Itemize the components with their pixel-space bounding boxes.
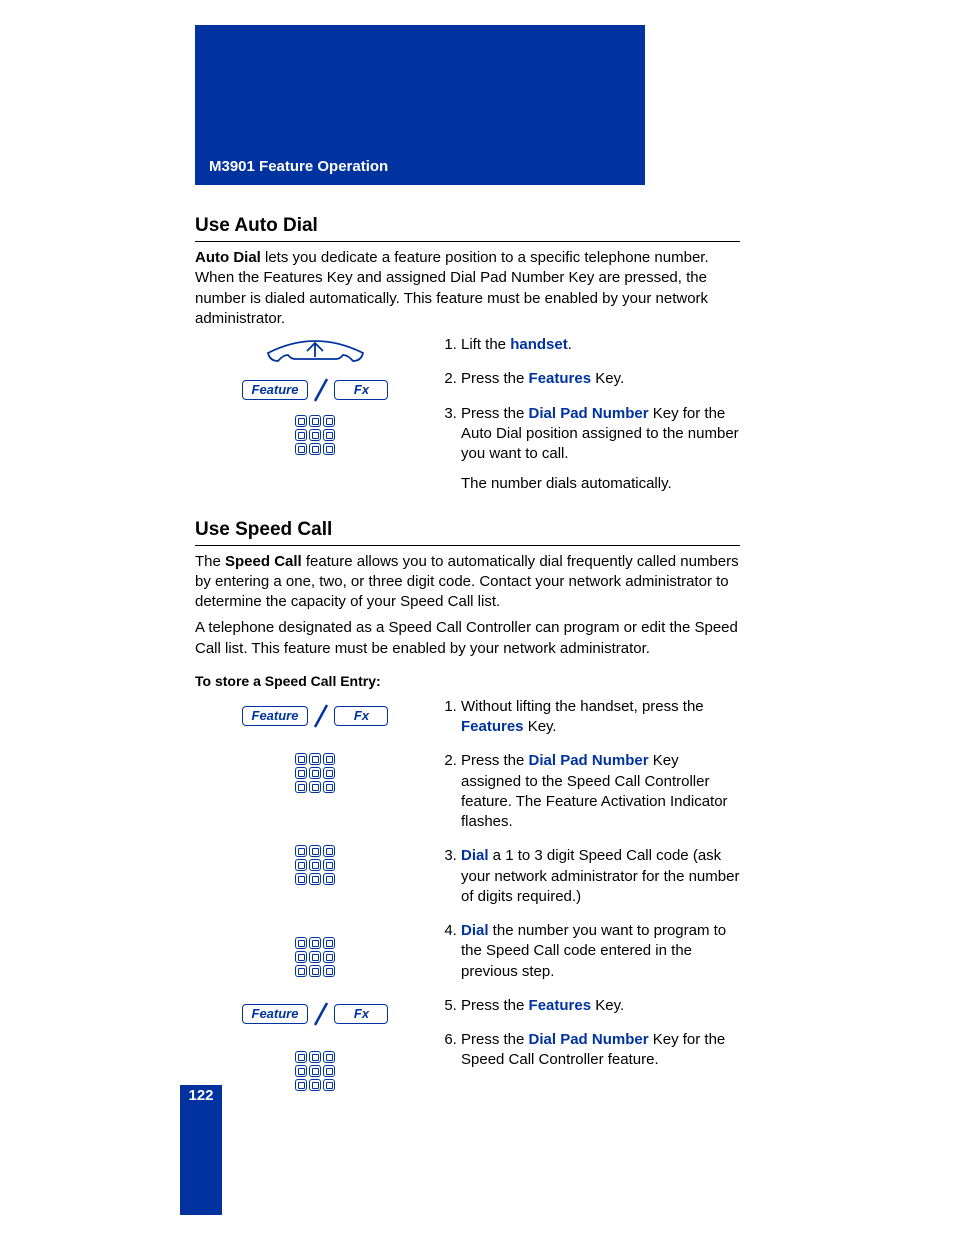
text: Key. — [524, 718, 557, 735]
features-term: Features — [529, 997, 592, 1014]
page-number: 122 — [180, 1085, 222, 1104]
keypad-icon — [295, 753, 335, 793]
section-title-auto-dial: Use Auto Dial — [195, 215, 740, 237]
text: Press the — [461, 405, 529, 422]
step-2: Press the Dial Pad Number Key assigned t… — [461, 751, 740, 832]
fx-key-icon: Fx — [334, 1004, 388, 1024]
page-header-title: M3901 Feature Operation — [209, 158, 388, 175]
step-3-followup: The number dials automatically. — [461, 474, 740, 494]
feature-row-2: Feature Fx — [195, 995, 435, 1033]
fx-key-icon: Fx — [334, 380, 388, 400]
section-title-speed-call: Use Speed Call — [195, 519, 740, 541]
auto-dial-lead: Auto Dial — [195, 249, 261, 266]
dial-pad-term: Dial Pad Number — [529, 405, 649, 422]
text: Press the — [461, 1031, 529, 1048]
store-entry-heading: To store a Speed Call Entry: — [195, 673, 740, 689]
auto-dial-icons: Feature Fx — [195, 335, 435, 473]
features-term: Features — [529, 370, 592, 387]
spacer — [195, 811, 435, 839]
keypad-icon — [295, 937, 335, 977]
text: the number you want to program to the Sp… — [461, 922, 726, 980]
step-3: Press the Dial Pad Number Key for the Au… — [461, 404, 740, 495]
step-2: Press the Features Key. — [461, 369, 740, 389]
step-3: Dial a 1 to 3 digit Speed Call code (ask… — [461, 846, 740, 907]
keypad-1 — [195, 747, 435, 799]
text: Press the — [461, 752, 529, 769]
slash-icon — [312, 377, 330, 403]
step-6: Press the Dial Pad Number Key for the Sp… — [461, 1030, 740, 1071]
speed-call-intro1: The Speed Call feature allows you to aut… — [195, 552, 740, 613]
keypad-icon — [295, 845, 335, 885]
step-1: Without lifting the handset, press the F… — [461, 697, 740, 738]
page-number-tab: 122 — [180, 1085, 222, 1215]
text: a 1 to 3 digit Speed Call code (ask your… — [461, 847, 739, 905]
text: Key. — [591, 997, 624, 1014]
text: Press the — [461, 370, 529, 387]
spacer — [195, 903, 435, 931]
text: Without lifting the handset, press the — [461, 698, 704, 715]
speed-call-icons: Feature Fx — [195, 697, 435, 1109]
step-1: Lift the handset. — [461, 335, 740, 355]
feature-row-1: Feature Fx — [195, 697, 435, 735]
keypad-icon — [295, 415, 335, 455]
text: Press the — [461, 997, 529, 1014]
document-page: M3901 Feature Operation Use Auto Dial Au… — [0, 0, 954, 1235]
slash-icon — [312, 703, 330, 729]
dial-term: Dial — [461, 847, 489, 864]
speed-call-intro2: A telephone designated as a Speed Call C… — [195, 618, 740, 659]
dial-pad-term: Dial Pad Number — [529, 752, 649, 769]
dial-pad-term: Dial Pad Number — [529, 1031, 649, 1048]
features-term: Features — [461, 718, 524, 735]
feature-fx-row: Feature Fx — [242, 703, 389, 729]
keypad-4 — [195, 1045, 435, 1097]
auto-dial-intro: Auto Dial lets you dedicate a feature po… — [195, 248, 740, 329]
text: The — [195, 553, 225, 570]
step-5: Press the Features Key. — [461, 996, 740, 1016]
feature-fx-row: Feature Fx — [242, 1001, 389, 1027]
text: . — [568, 336, 572, 353]
fx-key-icon: Fx — [334, 706, 388, 726]
feature-key-icon: Feature — [242, 380, 309, 400]
speed-call-block: Feature Fx — [195, 697, 740, 1109]
handset-icon — [258, 335, 373, 367]
feature-key-icon: Feature — [242, 706, 309, 726]
speed-call-steps: Without lifting the handset, press the F… — [435, 697, 740, 1085]
section-rule — [195, 241, 740, 242]
speed-call-lead: Speed Call — [225, 553, 302, 570]
dial-term: Dial — [461, 922, 489, 939]
page-content: Use Auto Dial Auto Dial lets you dedicat… — [195, 205, 740, 1109]
auto-dial-steps: Lift the handset. Press the Features Key… — [435, 335, 740, 509]
handset-term: handset — [510, 336, 568, 353]
text: Lift the — [461, 336, 510, 353]
page-header-bar: M3901 Feature Operation — [195, 25, 645, 185]
slash-icon — [312, 1001, 330, 1027]
keypad-icon — [295, 1051, 335, 1091]
auto-dial-block: Feature Fx Lift the handset. — [195, 335, 740, 509]
auto-dial-intro-text: lets you dedicate a feature position to … — [195, 249, 709, 327]
feature-fx-row: Feature Fx — [242, 377, 389, 403]
text: Key. — [591, 370, 624, 387]
handset-icon-block: Feature Fx — [195, 335, 435, 461]
step-4: Dial the number you want to program to t… — [461, 921, 740, 982]
keypad-2 — [195, 839, 435, 891]
section-rule — [195, 545, 740, 546]
keypad-3 — [195, 931, 435, 983]
feature-key-icon: Feature — [242, 1004, 309, 1024]
